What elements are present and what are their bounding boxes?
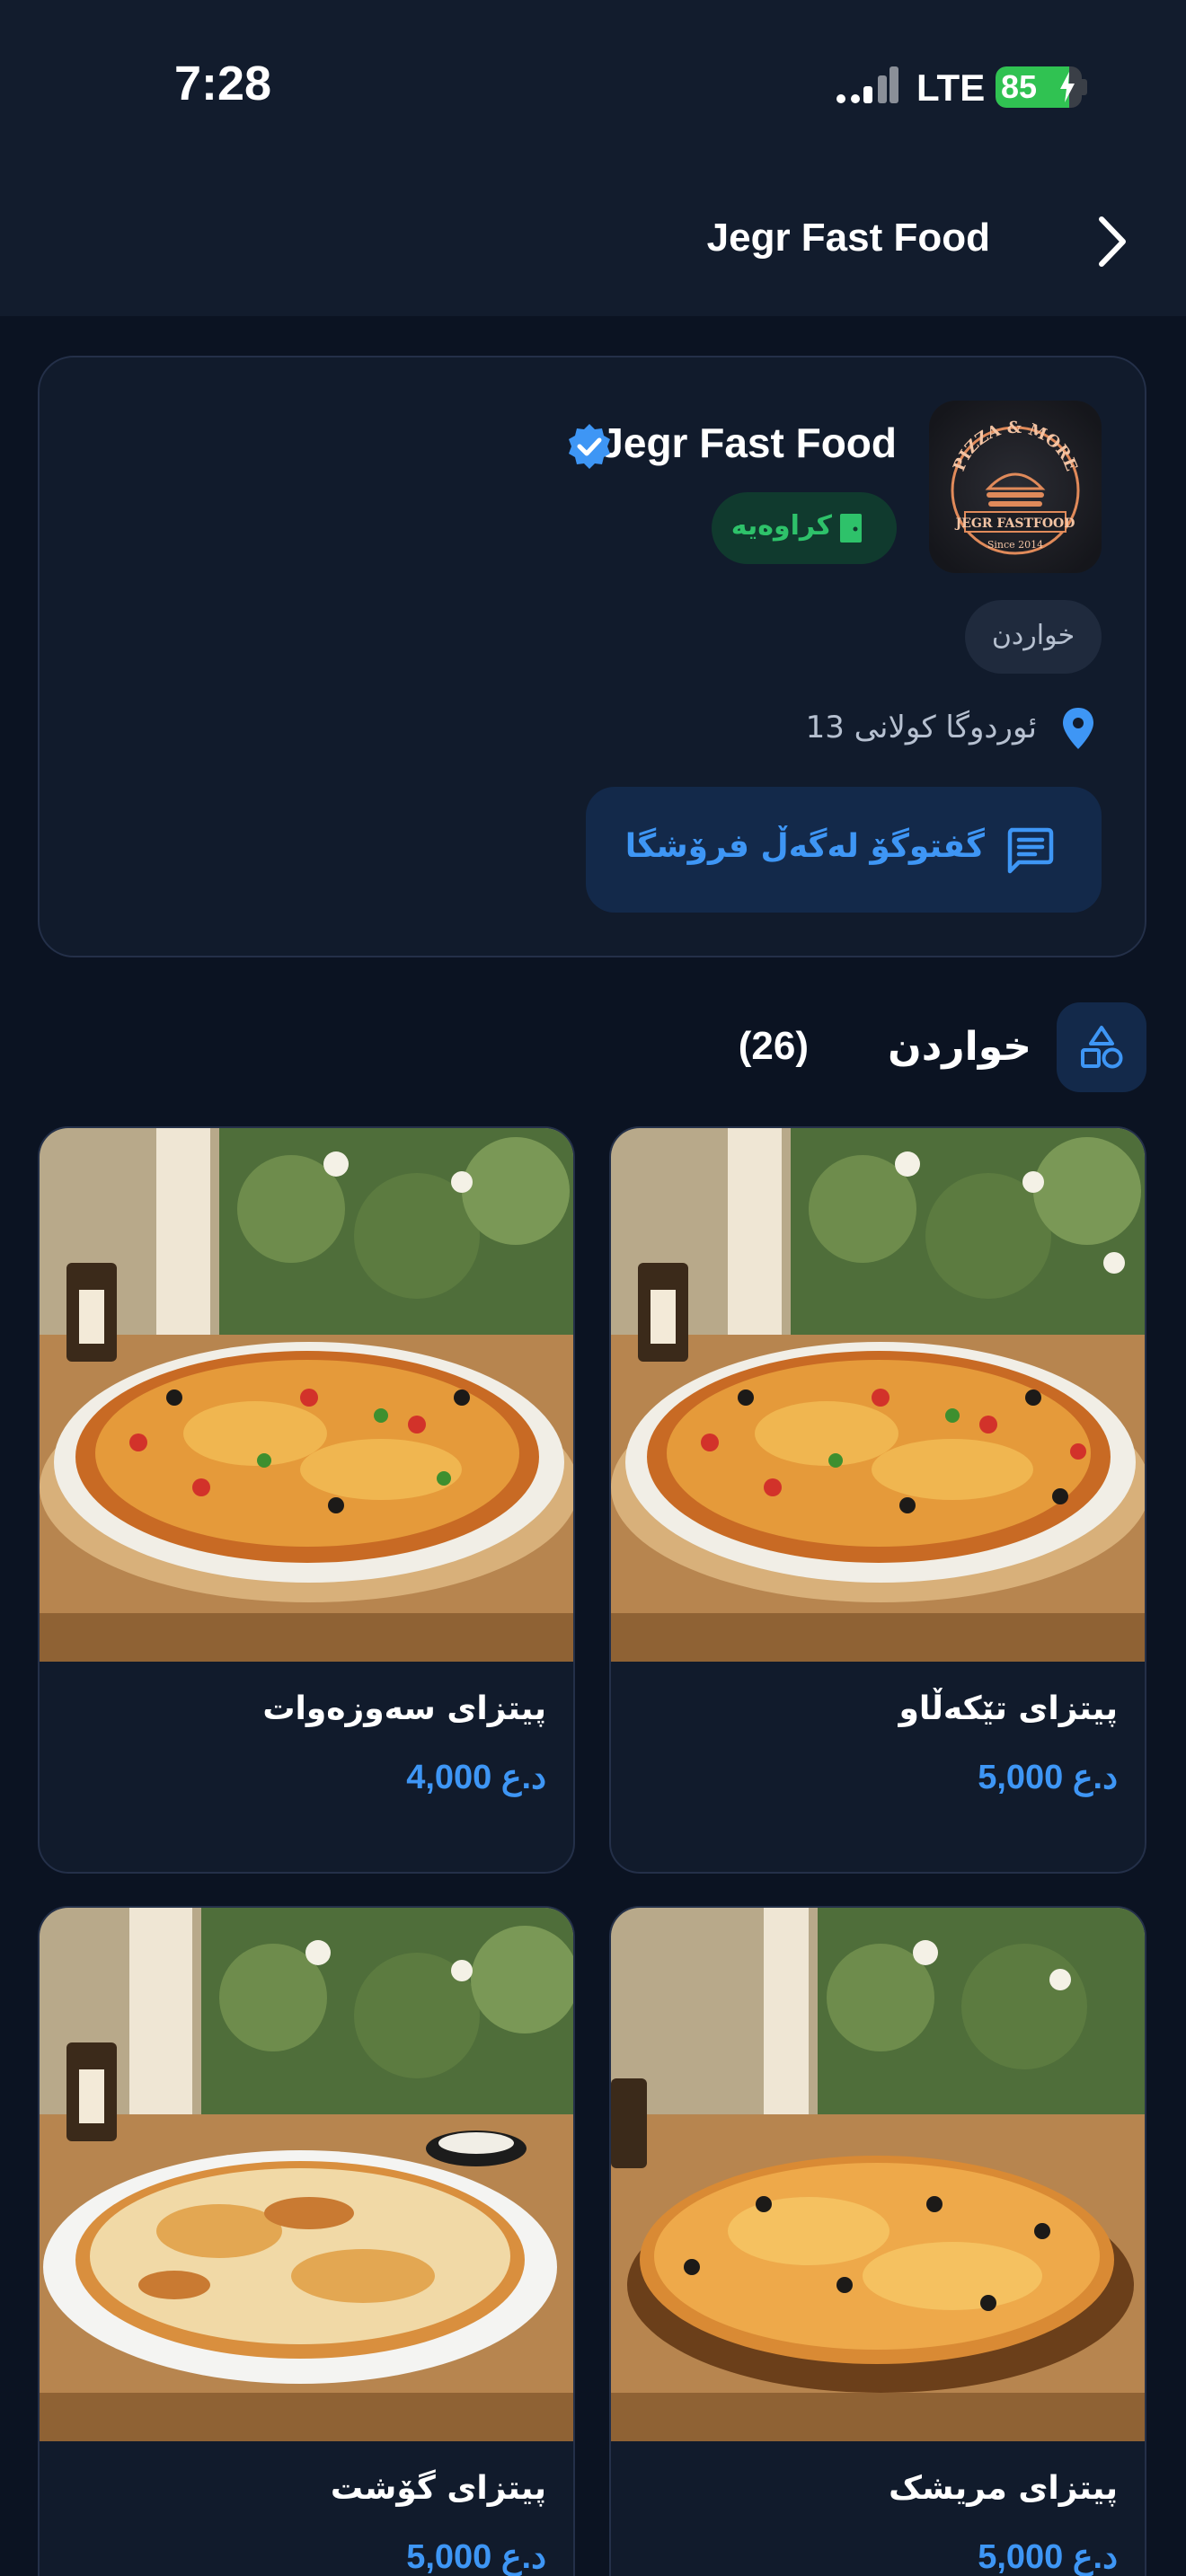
location-pin-icon: [1063, 708, 1093, 749]
category-chip[interactable]: خواردن: [965, 600, 1102, 674]
product-name: پیتزای سەوزەوات: [262, 1690, 546, 1727]
chevron-right-icon[interactable]: [1093, 214, 1132, 269]
signal-icon: [836, 66, 898, 103]
network-type: LTE: [916, 66, 986, 109]
product-card[interactable]: پیتزای گۆشت 5,000 د.ع: [38, 1906, 575, 2576]
chat-button-label: گفتوگۆ لەگەڵ فرۆشگا: [624, 828, 985, 865]
product-price: 4,000 د.ع: [406, 1759, 546, 1796]
section-count: (26): [738, 1024, 809, 1068]
section-title: خواردن: [888, 1024, 1031, 1070]
product-price: 5,000 د.ع: [978, 1759, 1118, 1796]
product-card[interactable]: پیتزای سەوزەوات 4,000 د.ع: [38, 1126, 575, 1874]
shop-name: Jegr Fast Food: [600, 419, 897, 466]
battery-percent: 85: [1001, 68, 1038, 105]
top-bar: [0, 0, 1186, 316]
product-price: 5,000 د.ع: [406, 2538, 546, 2576]
product-photo: [611, 1908, 1145, 2441]
chat-icon: [1007, 827, 1054, 874]
product-photo: [40, 1908, 573, 2441]
door-icon: [840, 514, 862, 543]
shop-address: ئوردوگا کولانی 13: [805, 710, 1037, 745]
verified-badge-icon: [569, 424, 610, 469]
battery-cap: [1082, 79, 1087, 95]
product-price: 5,000 د.ع: [978, 2538, 1118, 2576]
product-name: پیتزای گۆشت: [330, 2470, 546, 2507]
shop-logo-image: PIZZA & MORE JEGR FASTFOOD Since 2014: [929, 401, 1102, 573]
battery-indicator: 85: [996, 66, 1082, 108]
category-icon-button: [1057, 1002, 1146, 1092]
open-status-badge: کراوەیە: [712, 492, 897, 564]
shapes-icon: [1081, 1026, 1123, 1069]
product-name: پیتزای تێکەڵاو: [898, 1690, 1118, 1727]
shop-logo: PIZZA & MORE JEGR FASTFOOD Since 2014: [929, 401, 1102, 573]
product-card[interactable]: پیتزای مریشک 5,000 د.ع: [609, 1906, 1146, 2576]
charging-bolt-icon: [1060, 72, 1075, 102]
product-photo: [40, 1128, 573, 1662]
logo-text-bottom: Since 2014: [987, 539, 1043, 551]
product-name: پیتزای مریشک: [889, 2470, 1118, 2507]
page-title: Jegr Fast Food: [706, 216, 990, 260]
open-status-label: کراوەیە: [730, 510, 832, 542]
chat-with-store-button[interactable]: گفتوگۆ لەگەڵ فرۆشگا: [586, 787, 1102, 913]
category-chip-label: خواردن: [991, 620, 1075, 651]
product-card[interactable]: پیتزای تێکەڵاو 5,000 د.ع: [609, 1126, 1146, 1874]
status-time: 7:28: [174, 57, 272, 110]
product-photo: [611, 1128, 1145, 1662]
logo-text-mid: JEGR FASTFOOD: [954, 516, 1075, 531]
